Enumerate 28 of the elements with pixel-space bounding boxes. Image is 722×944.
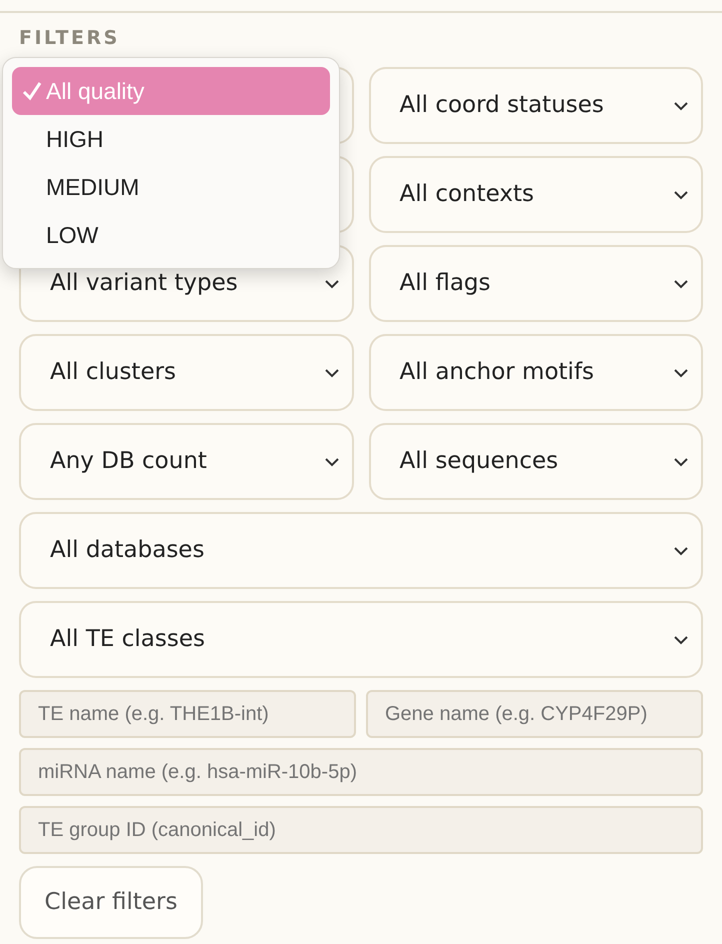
dropdown-select[interactable]: All flags xyxy=(368,245,703,322)
dropdown-select[interactable]: All sequences xyxy=(368,423,703,500)
chevron-down-icon xyxy=(324,368,340,378)
dropdown-select[interactable]: All databases xyxy=(19,512,703,589)
dropdown-select[interactable]: All clusters xyxy=(19,334,354,411)
input-field[interactable]: Gene name (e.g. CYP4F29P) xyxy=(366,690,703,738)
input-field[interactable]: TE name (e.g. THE1B-int) xyxy=(19,690,356,738)
menu-option[interactable]: MEDIUM xyxy=(12,163,330,211)
chevron-down-icon xyxy=(673,456,689,466)
input-field[interactable]: miRNA name (e.g. hsa-miR-10b-5p) xyxy=(19,748,703,796)
dropdown-select[interactable]: All coord statuses xyxy=(368,67,703,144)
chevron-down-icon xyxy=(673,634,689,644)
chevron-down-icon xyxy=(673,190,689,200)
chevron-down-icon xyxy=(673,368,689,378)
checkmark-icon xyxy=(22,81,42,101)
chevron-down-icon xyxy=(673,546,689,556)
chevron-down-icon xyxy=(324,278,340,288)
chevron-down-icon xyxy=(324,456,340,466)
dropdown-select[interactable]: All TE classes xyxy=(19,601,703,678)
section-heading: FILTERS xyxy=(19,26,121,51)
input-field[interactable]: TE group ID (canonical_id) xyxy=(19,806,703,854)
menu-option[interactable]: HIGH xyxy=(12,115,330,163)
chevron-down-icon xyxy=(673,100,689,110)
dropdown-select[interactable]: All contexts xyxy=(368,156,703,233)
chevron-down-icon xyxy=(673,278,689,288)
clear-filters-button[interactable]: Clear filters xyxy=(19,866,203,939)
dropdown-select[interactable]: Any DB count xyxy=(19,423,354,500)
dropdown-select[interactable]: All anchor motifs xyxy=(368,334,703,411)
